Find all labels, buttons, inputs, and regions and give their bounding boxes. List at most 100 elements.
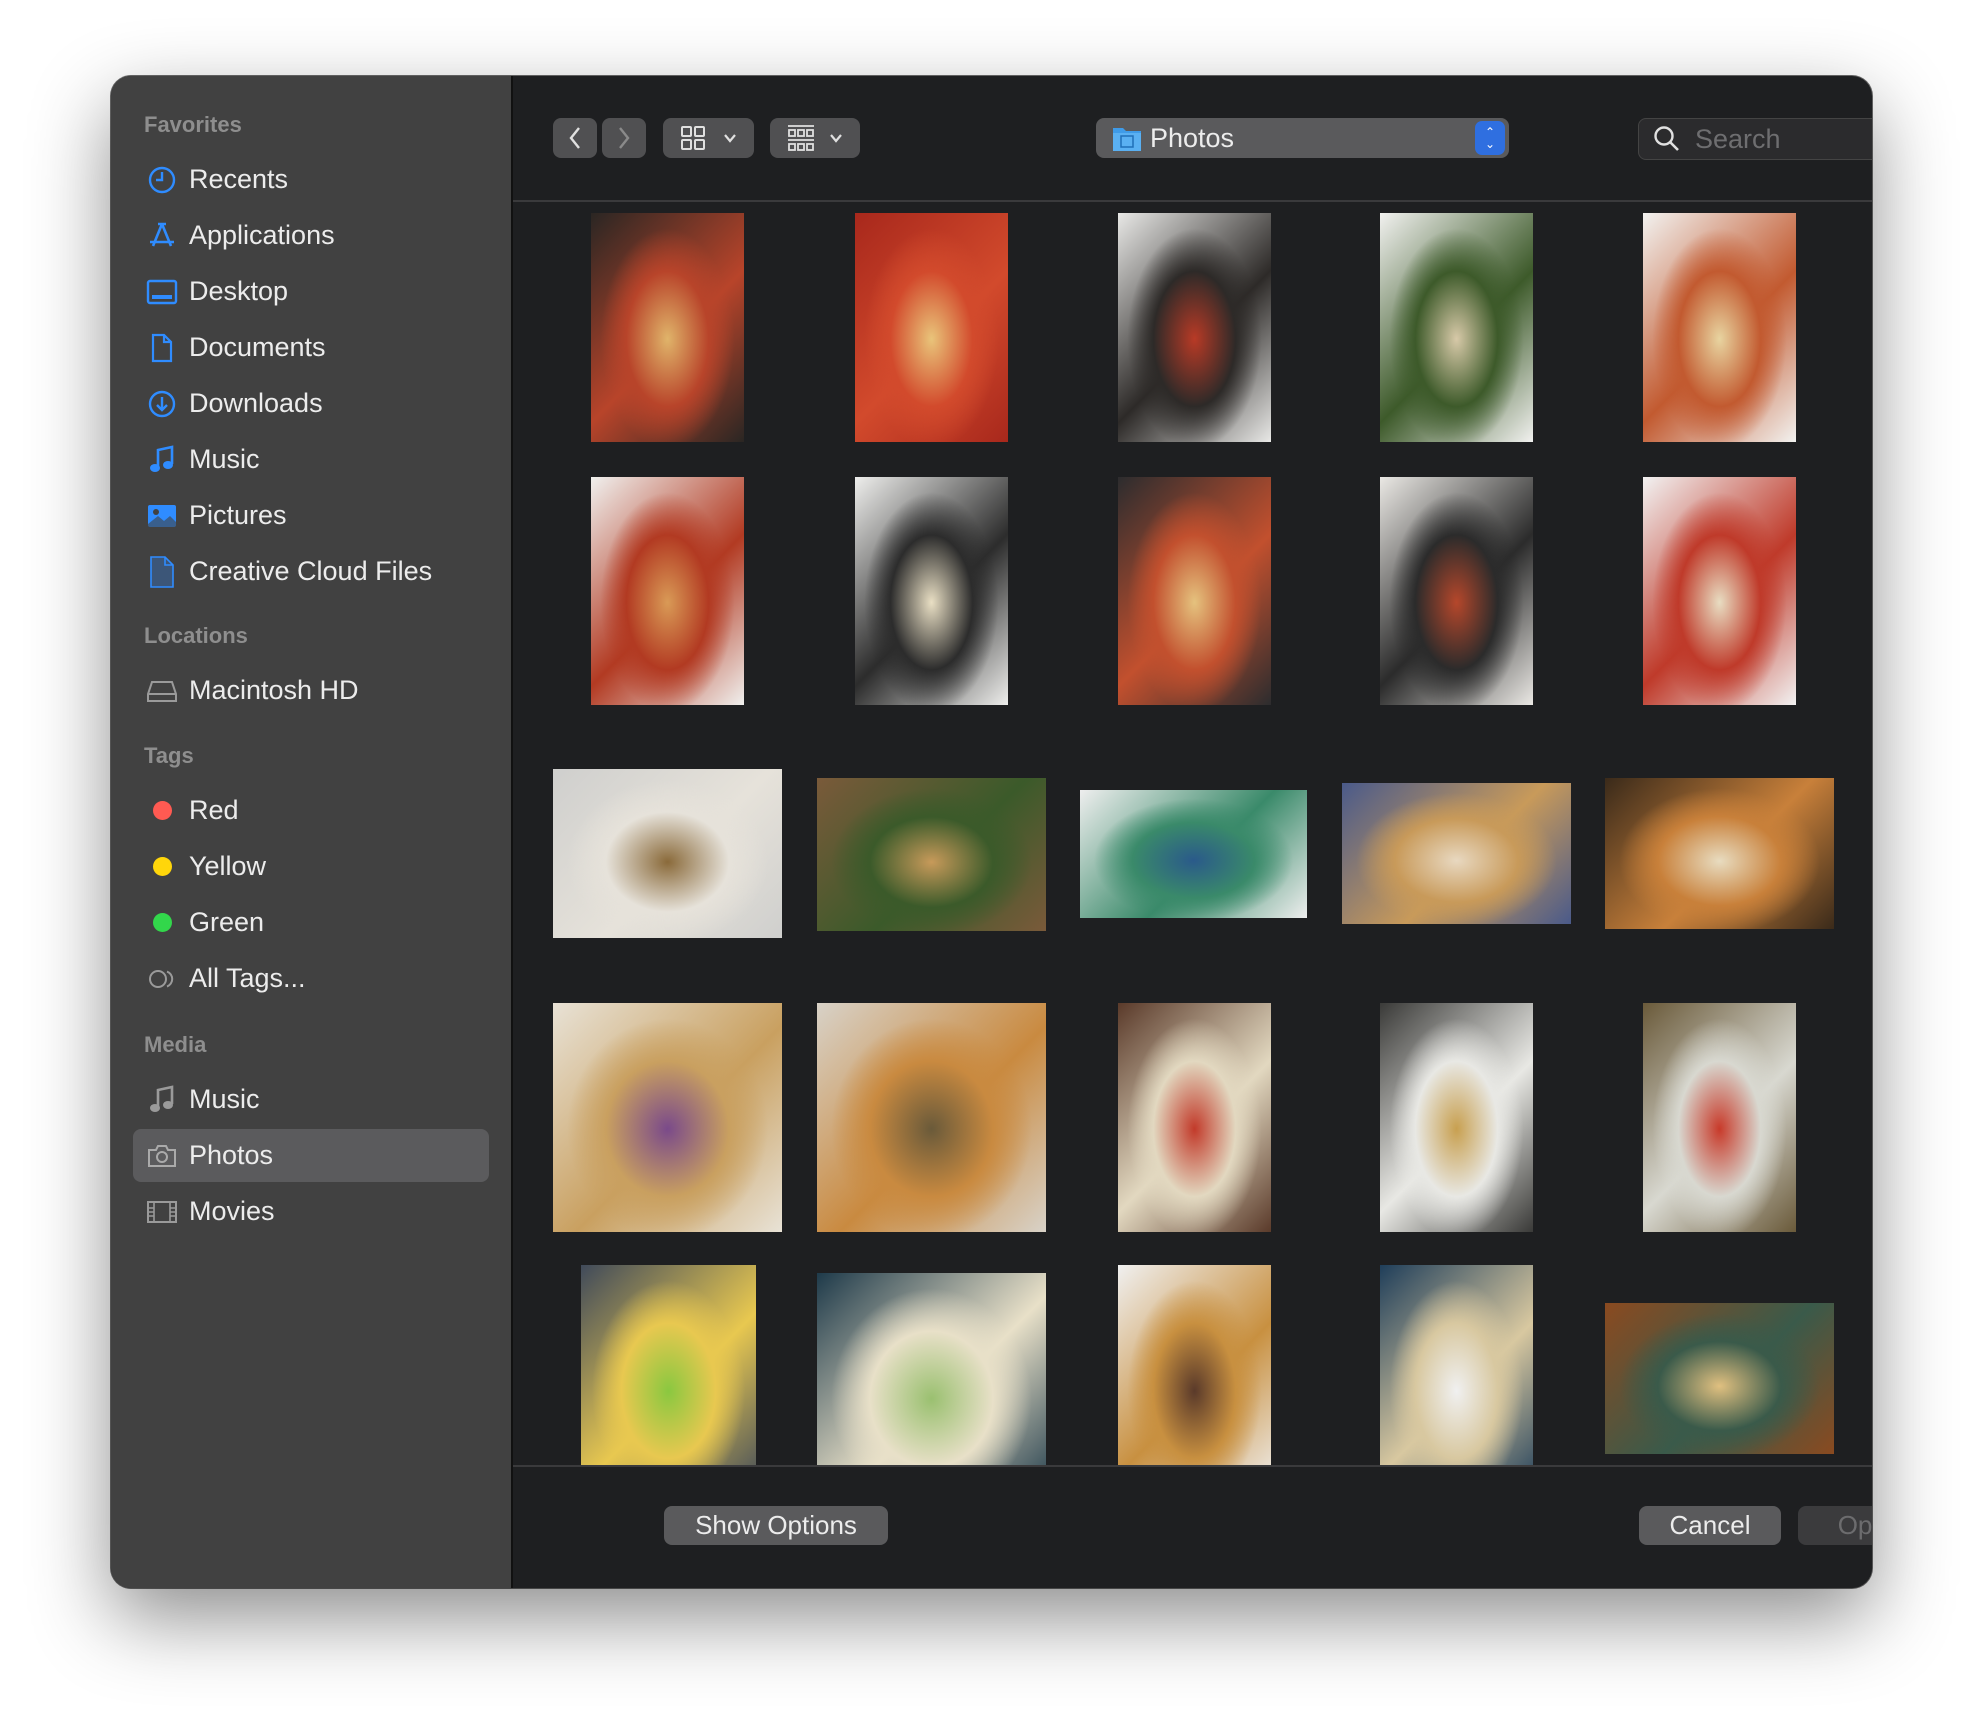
- up-down-chevron-icon: ⌃ ⌄: [1475, 121, 1505, 155]
- tag-dot-icon: [145, 794, 179, 828]
- sidebar-item-macintosh-hd[interactable]: Macintosh HD: [133, 664, 489, 717]
- sidebar-item-yellow[interactable]: Yellow: [133, 840, 489, 893]
- sidebar-item-movies[interactable]: Movies: [133, 1185, 489, 1238]
- sidebar-item-label: Creative Cloud Files: [189, 556, 433, 586]
- sidebar-item-creative-cloud-files[interactable]: Creative Cloud Files: [133, 545, 489, 598]
- photos-folder-icon: [1113, 128, 1141, 151]
- tag-dot-icon: [145, 906, 179, 940]
- sidebar-section-favorites: Favorites: [144, 112, 242, 137]
- photo-thumbnail[interactable]: [1379, 1264, 1533, 1467]
- photo-thumbnail[interactable]: [1117, 213, 1271, 443]
- sidebar-section-tags: Tags: [144, 743, 194, 768]
- photo-thumbnail[interactable]: [1604, 1302, 1834, 1455]
- document-icon: [145, 331, 179, 365]
- sidebar-item-music[interactable]: Music: [133, 433, 489, 486]
- sidebar-item-all-tags[interactable]: All Tags...: [133, 952, 489, 1005]
- photo-thumbnail[interactable]: [1604, 777, 1834, 930]
- main-pane: Photos ⌃⌄ Show Options Cancel Open: [513, 76, 1872, 1588]
- file-icon: [145, 555, 179, 589]
- sidebar-item-music[interactable]: Music: [133, 1073, 489, 1126]
- view-mode-button[interactable]: [663, 118, 754, 158]
- group-by-button[interactable]: [770, 118, 860, 158]
- toolbar: Photos ⌃ ⌄: [513, 76, 1872, 202]
- sidebar-item-recents[interactable]: Recents: [133, 153, 489, 206]
- sidebar-item-label: Documents: [189, 332, 326, 362]
- sidebar-item-label: Photos: [189, 1140, 274, 1170]
- photo-thumbnail[interactable]: [1642, 1002, 1796, 1232]
- sidebar-section-media: Media: [144, 1032, 207, 1057]
- sidebar-item-documents[interactable]: Documents: [133, 321, 489, 374]
- photo-thumbnail[interactable]: [581, 1264, 756, 1467]
- sidebar-item-label: Downloads: [189, 388, 323, 418]
- sidebar-item-label: Music: [189, 1084, 260, 1114]
- open-button[interactable]: Open: [1798, 1506, 1872, 1545]
- download-icon: [145, 387, 179, 421]
- sidebar-item-label: Applications: [189, 220, 335, 250]
- sidebar-item-label: Yellow: [189, 851, 267, 881]
- photo-thumbnail[interactable]: [1379, 476, 1533, 706]
- photo-thumbnail[interactable]: [854, 213, 1008, 443]
- show-options-button[interactable]: Show Options: [664, 1506, 888, 1545]
- photo-thumbnail[interactable]: [1379, 1002, 1533, 1232]
- sidebar-item-desktop[interactable]: Desktop: [133, 265, 489, 318]
- photo-thumbnail[interactable]: [1117, 1264, 1271, 1467]
- photo-thumbnail[interactable]: [816, 777, 1046, 931]
- chevron-right-icon: [619, 127, 630, 149]
- location-popup[interactable]: Photos ⌃ ⌄: [1096, 118, 1509, 158]
- sidebar-item-label: Music: [189, 444, 260, 474]
- photo-thumbnail[interactable]: [816, 1273, 1046, 1467]
- group-grid-icon: [788, 125, 814, 151]
- photo-thumbnail[interactable]: [1079, 790, 1308, 918]
- sidebar-item-label: Macintosh HD: [189, 675, 359, 705]
- file-open-dialog: Favorites Recents Applications Desktop Docum…: [111, 76, 1872, 1588]
- sidebar-section-locations: Locations: [144, 623, 248, 648]
- chevron-down-icon: [723, 134, 736, 143]
- chevron-left-icon: [569, 127, 580, 149]
- sidebar-item-green[interactable]: Green: [133, 896, 489, 949]
- search-input[interactable]: [1693, 122, 1872, 156]
- picture-icon: [145, 499, 179, 533]
- photo-thumbnail[interactable]: [1642, 476, 1796, 706]
- photo-thumbnail[interactable]: [816, 1002, 1046, 1232]
- photo-thumbnail[interactable]: [591, 213, 745, 443]
- sidebar-item-downloads[interactable]: Downloads: [133, 377, 489, 430]
- photo-thumbnail[interactable]: [854, 476, 1008, 706]
- sidebar-item-red[interactable]: Red: [133, 784, 489, 837]
- sidebar-item-applications[interactable]: Applications: [133, 209, 489, 262]
- search-icon: [1654, 126, 1679, 151]
- music-note-icon: [145, 443, 179, 477]
- hard-drive-icon: [145, 674, 179, 708]
- photo-thumbnail[interactable]: [1341, 782, 1571, 925]
- photo-thumbnail[interactable]: [553, 1002, 783, 1232]
- back-button[interactable]: [553, 118, 597, 158]
- location-label: Photos: [1150, 122, 1235, 153]
- tag-dot-icon: [145, 850, 179, 884]
- photo-thumbnail[interactable]: [1117, 1002, 1271, 1232]
- sidebar-item-pictures[interactable]: Pictures: [133, 489, 489, 542]
- sidebar-item-label: All Tags...: [189, 963, 306, 993]
- music-note-icon: [145, 1083, 179, 1117]
- clock-icon: [145, 163, 179, 197]
- cancel-button[interactable]: Cancel: [1639, 1506, 1781, 1545]
- desktop-icon: [145, 275, 179, 309]
- photo-thumbnail[interactable]: [1642, 213, 1796, 443]
- camera-icon: [145, 1139, 179, 1173]
- dialog-footer: Show Options Cancel Open: [513, 1465, 1872, 1588]
- sidebar-item-label: Movies: [189, 1196, 275, 1226]
- icon-grid-icon: [680, 126, 705, 150]
- sidebar-item-label: Pictures: [189, 500, 287, 530]
- photo-thumbnail[interactable]: [553, 768, 783, 939]
- photo-grid[interactable]: [513, 202, 1872, 1467]
- photo-thumbnail[interactable]: [1117, 476, 1271, 706]
- photo-thumbnail[interactable]: [591, 476, 745, 706]
- forward-button[interactable]: [602, 118, 646, 158]
- chevron-down-icon: [830, 134, 842, 143]
- search-field[interactable]: [1638, 118, 1872, 160]
- photo-thumbnail[interactable]: [1379, 213, 1533, 443]
- film-icon: [145, 1195, 179, 1229]
- sidebar-item-label: Recents: [189, 164, 289, 194]
- sidebar-item-photos[interactable]: Photos: [133, 1129, 489, 1182]
- sidebar-item-label: Green: [189, 907, 265, 937]
- sidebar-item-label: Red: [189, 795, 239, 825]
- applications-icon: [145, 219, 179, 253]
